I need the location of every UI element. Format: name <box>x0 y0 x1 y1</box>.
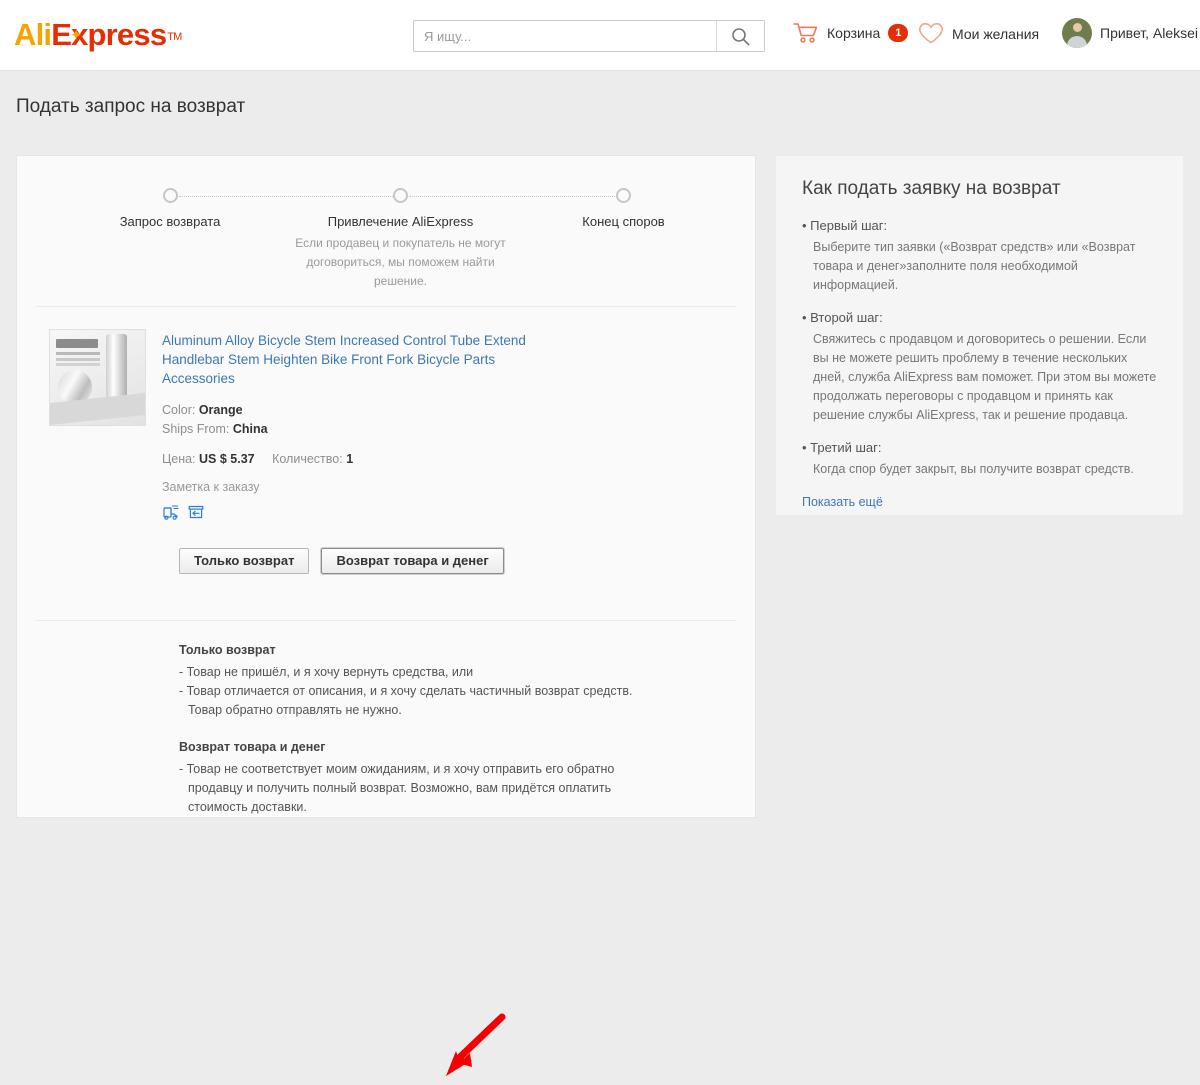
info-line: - Товар не соответствует моим ожиданиям,… <box>179 760 639 817</box>
help-step-heading: • Третий шаг: <box>802 440 1157 455</box>
step-label: Привлечение AliExpress <box>285 214 516 229</box>
show-more-link[interactable]: Показать ещё <box>802 495 883 509</box>
help-step-heading: • Второй шаг: <box>802 310 1157 325</box>
product-service-icons <box>162 505 534 520</box>
shipping-truck-icon[interactable] <box>162 505 179 520</box>
help-sidebar-title: Как подать заявку на возврат <box>802 178 1157 200</box>
help-step-heading: • Первый шаг: <box>802 218 1157 233</box>
cart-icon <box>793 22 819 44</box>
site-header: ✦ AliExpressTM Корзина 1 Мои желания Прив… <box>0 0 1200 71</box>
product-price-row: Цена: US $ 5.37 Количество: 1 <box>162 452 534 466</box>
dispute-info-block: Только возврат - Товар не пришёл, и я хо… <box>17 621 755 817</box>
product-color-label: Color: <box>162 403 195 417</box>
search-button[interactable] <box>716 21 764 51</box>
order-note-label: Заметка к заказу <box>162 480 534 494</box>
help-step-3: • Третий шаг: Когда спор будет закрыт, в… <box>802 440 1157 479</box>
dispute-action-area: Только возврат Возврат товара и денег <box>17 548 755 574</box>
product-attributes: Color: Orange Ships From: China <box>162 401 534 439</box>
user-greeting: Привет, Aleksei <box>1100 25 1198 41</box>
stepper-step-3: Конец споров <box>532 188 715 229</box>
step-label: Конец споров <box>532 214 715 229</box>
heart-icon <box>918 22 944 45</box>
dispute-main-card: Запрос возврата Привлечение AliExpress Е… <box>16 155 756 818</box>
info-line: - Товар отличается от описания, и я хочу… <box>179 682 639 720</box>
red-arrow-annotation <box>432 1013 522 1085</box>
help-step-body: Когда спор будет закрыт, вы получите воз… <box>802 460 1157 479</box>
step-dot-icon <box>163 188 178 203</box>
thumbnail-detail <box>56 352 100 355</box>
cart-label: Корзина <box>827 25 880 41</box>
return-and-refund-button[interactable]: Возврат товара и денег <box>321 548 503 574</box>
wishlist-label: Мои желания <box>952 26 1039 42</box>
info-heading-refund-only: Только возврат <box>179 641 737 660</box>
product-color-row: Color: Orange <box>162 401 534 420</box>
search-input[interactable] <box>414 21 716 51</box>
product-ships-label: Ships From: <box>162 422 229 436</box>
step-description: Если продавец и покупатель не могут дого… <box>286 234 516 291</box>
cart-link[interactable]: Корзина 1 <box>793 22 908 44</box>
avatar <box>1062 18 1092 48</box>
help-step-body: Свяжитесь с продавцом и договоритесь о р… <box>802 330 1157 425</box>
search-bar <box>413 20 765 52</box>
refund-only-button[interactable]: Только возврат <box>179 548 309 574</box>
stepper-step-2: Привлечение AliExpress Если продавец и п… <box>285 188 516 291</box>
logo-express-text: Express <box>51 17 166 52</box>
thumbnail-detail <box>56 339 98 348</box>
logo-spark-icon: ✦ <box>70 17 82 55</box>
product-ships-value: China <box>233 422 268 436</box>
product-row: Aluminum Alloy Bicycle Stem Increased Co… <box>17 307 755 520</box>
help-step-1: • Первый шаг: Выберите тип заявки («Возв… <box>802 218 1157 295</box>
help-step-2: • Второй шаг: Свяжитесь с продавцом и до… <box>802 310 1157 425</box>
product-price-value: US $ 5.37 <box>199 452 255 466</box>
user-account-link[interactable]: Привет, Aleksei <box>1062 18 1198 48</box>
product-color-value: Orange <box>199 403 243 417</box>
product-qty-value: 1 <box>346 452 353 466</box>
info-heading-return-refund: Возврат товара и денег <box>179 738 737 757</box>
cart-count-badge: 1 <box>888 24 908 42</box>
help-sidebar: Как подать заявку на возврат • Первый ша… <box>775 155 1184 516</box>
product-ships-row: Ships From: China <box>162 420 534 439</box>
return-box-icon[interactable] <box>188 505 204 520</box>
product-thumbnail[interactable] <box>49 329 146 426</box>
aliexpress-logo[interactable]: ✦ AliExpressTM <box>14 16 181 54</box>
page-title: Подать запрос на возврат <box>16 96 245 118</box>
product-info: Aluminum Alloy Bicycle Stem Increased Co… <box>162 329 534 520</box>
info-spacer <box>179 720 737 738</box>
product-title-link[interactable]: Aluminum Alloy Bicycle Stem Increased Co… <box>162 331 534 388</box>
dispute-type-buttons: Только возврат Возврат товара и денег <box>179 548 755 574</box>
step-dot-icon <box>393 188 408 203</box>
product-qty-label: Количество: <box>272 452 343 466</box>
product-price-label: Цена: <box>162 452 196 466</box>
help-step-body: Выберите тип заявки («Возврат средств» и… <box>802 238 1157 295</box>
wishlist-link[interactable]: Мои желания <box>918 22 1039 45</box>
info-line: - Товар не пришёл, и я хочу вернуть сред… <box>179 663 639 682</box>
logo-tm-mark: TM <box>167 31 181 43</box>
step-label: Запрос возврата <box>85 214 255 229</box>
logo-ali-text: Ali <box>14 17 51 52</box>
dispute-progress-stepper: Запрос возврата Привлечение AliExpress Е… <box>17 156 755 306</box>
search-icon <box>731 27 750 46</box>
step-dot-icon <box>616 188 631 203</box>
stepper-step-1: Запрос возврата <box>85 188 255 229</box>
